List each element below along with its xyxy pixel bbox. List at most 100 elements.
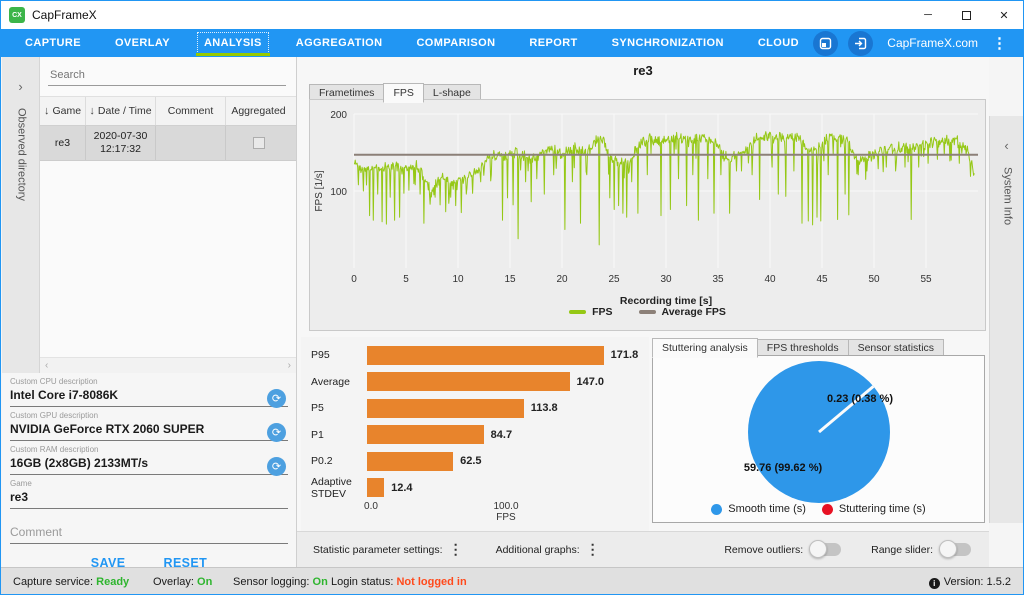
bar-rect [367, 452, 453, 471]
game-input[interactable] [10, 489, 240, 506]
nav-kebab-menu-icon[interactable]: ⋮ [988, 34, 1011, 52]
percentile-row-p95: P95 171.8 [301, 345, 649, 365]
nav-tab-capture[interactable]: CAPTURE [19, 33, 87, 53]
column-header-datetime[interactable]: ↓Date / Time [86, 97, 156, 125]
record-row[interactable]: re3 2020-07-3012:17:32 [40, 126, 296, 161]
percentile-row-adaptive-stdev: Adaptive STDEV 12.4 [301, 478, 649, 498]
nav-tab-cloud[interactable]: CLOUD [752, 33, 805, 53]
nav-tab-report[interactable]: REPORT [523, 33, 583, 53]
gpu-description-label: Custom GPU description [10, 411, 288, 420]
bar-rect [367, 372, 570, 391]
game-label: Game [10, 479, 288, 488]
gpu-description-input[interactable] [10, 421, 240, 438]
pie-label-smooth: 59.76 (99.62 %) [744, 462, 822, 474]
observed-directory-expander[interactable]: › Observed directory [2, 57, 40, 373]
search-input[interactable] [48, 65, 286, 86]
svg-text:55: 55 [920, 274, 932, 285]
remove-outliers-label: Remove outliers: [724, 544, 803, 556]
pie-label-stuttering: 0.23 (0.38 %) [827, 393, 893, 405]
cpu-refresh-button[interactable]: ⟳ [267, 389, 286, 408]
legend-fps: FPS [569, 306, 612, 318]
horizontal-scrollbar[interactable]: ‹ › [40, 357, 296, 373]
bar-label: P5 [301, 402, 367, 414]
legend-average-fps: Average FPS [639, 306, 726, 318]
cpu-description-label: Custom CPU description [10, 377, 288, 386]
range-slider-toggle[interactable] [941, 543, 971, 556]
system-info-label: System Info [1000, 167, 1014, 225]
svg-text:0: 0 [351, 274, 357, 285]
scroll-right-icon[interactable]: › [288, 360, 291, 371]
cpu-description-field: Custom CPU description ⟳ [10, 377, 288, 407]
additional-graphs-menu-icon[interactable]: ⋮ [580, 541, 605, 558]
bar-label: P0.2 [301, 455, 367, 467]
tab-stuttering-analysis[interactable]: Stuttering analysis [652, 338, 758, 358]
fps-chart-card: 0510152025303540455055100200FPS [1/s]Rec… [309, 99, 986, 331]
game-field: Game [10, 479, 288, 509]
svg-text:200: 200 [330, 110, 347, 121]
site-link[interactable]: CapFrameX.com [887, 36, 978, 50]
ram-description-label: Custom RAM description [10, 445, 288, 454]
bar-value: 147.0 [577, 376, 605, 388]
ram-description-field: Custom RAM description ⟳ [10, 445, 288, 475]
record-datetime-cell: 2020-07-3012:17:32 [86, 126, 156, 160]
percentile-row-p5: P5113.8 [301, 398, 649, 418]
window-title: CapFrameX [32, 8, 97, 22]
comment-input[interactable] [10, 519, 240, 541]
column-header-comment[interactable]: Comment [156, 97, 226, 125]
version-info: iVersion: 1.5.2 [929, 576, 1011, 589]
nav-tab-synchronization[interactable]: SYNCHRONIZATION [606, 33, 730, 53]
scroll-left-icon[interactable]: ‹ [45, 360, 48, 371]
aggregated-checkbox[interactable] [253, 137, 265, 149]
app-logo-icon: CX [9, 7, 25, 23]
statistic-settings-label: Statistic parameter settings: [313, 544, 443, 556]
login-button[interactable] [848, 31, 873, 56]
observed-directory-label: Observed directory [14, 108, 28, 201]
sort-desc-icon: ↓ [44, 105, 50, 117]
nav-tab-aggregation[interactable]: AGGREGATION [290, 33, 389, 53]
record-title: re3 [297, 63, 989, 78]
expand-left-icon[interactable]: ‹ [990, 138, 1023, 153]
analysis-toolbar: Statistic parameter settings: ⋮ Addition… [297, 531, 989, 567]
svg-text:FPS [1/s]: FPS [1/s] [314, 170, 325, 211]
column-header-game[interactable]: ↓Game [40, 97, 86, 125]
axis-tick: 0.0 [364, 501, 378, 512]
nav-tab-comparison[interactable]: COMPARISON [410, 33, 501, 53]
expand-right-icon[interactable]: › [2, 79, 39, 94]
stuttering-pie-chart [653, 356, 986, 524]
ram-refresh-button[interactable]: ⟳ [267, 457, 286, 476]
capframex-window: CX CapFrameX ─ ✕ CAPTURE OVERLAY ANALYSI… [0, 0, 1024, 595]
record-list-panel: ↓Game ↓Date / Time Comment Aggregated re… [40, 57, 297, 373]
sensor-logging-status: Sensor logging: On [233, 576, 328, 588]
bar-label: P1 [301, 429, 367, 441]
tab-fps[interactable]: FPS [383, 83, 423, 103]
comment-field [10, 519, 288, 544]
nav-tab-overlay[interactable]: OVERLAY [109, 33, 176, 53]
bar-value: 171.8 [611, 349, 639, 361]
maximize-button[interactable] [947, 1, 985, 29]
statistic-settings-menu-icon[interactable]: ⋮ [443, 541, 468, 558]
capture-service-status: Capture service: Ready [13, 576, 129, 588]
percentiles-bar-chart: P95171.8Average147.0P5113.8P184.7P0.262.… [301, 337, 649, 531]
bar-value: 12.4 [391, 482, 412, 494]
close-button[interactable]: ✕ [985, 1, 1023, 29]
column-header-aggregated[interactable]: Aggregated [226, 97, 291, 125]
bar-label: P95 [301, 349, 367, 361]
gpu-refresh-button[interactable]: ⟳ [267, 423, 286, 442]
system-info-expander[interactable]: ‹ System Info [989, 116, 1023, 523]
title-bar: CX CapFrameX ─ ✕ [1, 1, 1023, 29]
minimize-button[interactable]: ─ [909, 1, 947, 29]
cpu-description-input[interactable] [10, 387, 240, 404]
fps-chart-legend: FPS Average FPS [310, 306, 985, 318]
bar-rect [367, 478, 384, 497]
login-status: Login status: Not logged in [331, 576, 467, 588]
legend-stuttering-time: Stuttering time (s) [822, 503, 926, 515]
bar-label: Adaptive STDEV [301, 476, 367, 500]
nav-tab-analysis[interactable]: ANALYSIS [198, 33, 268, 53]
ram-description-input[interactable] [10, 455, 240, 472]
average-line-swatch [639, 310, 656, 314]
pie-legend: Smooth time (s) Stuttering time (s) [653, 503, 984, 515]
sort-desc-icon: ↓ [89, 105, 95, 117]
bar-label: Average [301, 376, 367, 388]
screenshot-button[interactable] [813, 31, 838, 56]
remove-outliers-toggle[interactable] [811, 543, 841, 556]
